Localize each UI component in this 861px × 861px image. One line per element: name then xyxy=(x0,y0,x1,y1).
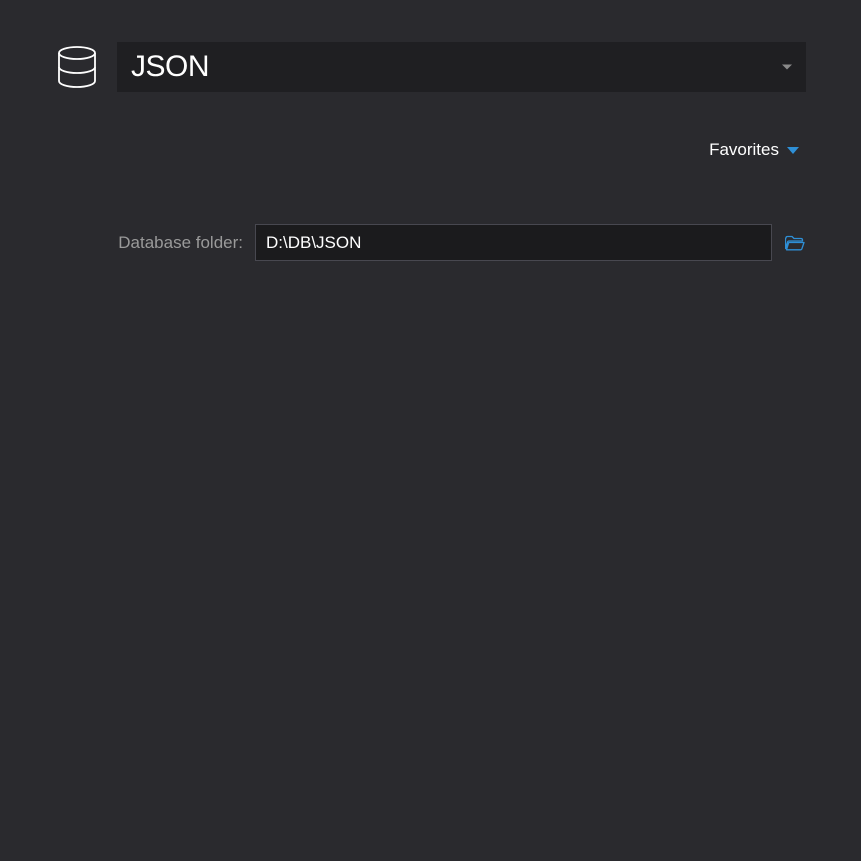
connection-type-label: JSON xyxy=(131,50,209,84)
favorites-dropdown[interactable]: Favorites xyxy=(709,140,799,160)
database-folder-input[interactable] xyxy=(255,224,772,261)
favorites-row: Favorites xyxy=(0,92,861,160)
folder-open-icon xyxy=(785,235,805,251)
database-folder-row: Database folder: xyxy=(0,160,861,261)
caret-down-icon xyxy=(787,147,799,154)
browse-folder-button[interactable] xyxy=(784,232,806,254)
database-folder-label: Database folder: xyxy=(55,233,243,253)
chevron-down-icon xyxy=(782,65,792,70)
favorites-label: Favorites xyxy=(709,140,779,160)
connection-type-dropdown[interactable]: JSON xyxy=(117,42,806,92)
header-row: JSON xyxy=(0,0,861,92)
database-icon xyxy=(55,45,99,89)
